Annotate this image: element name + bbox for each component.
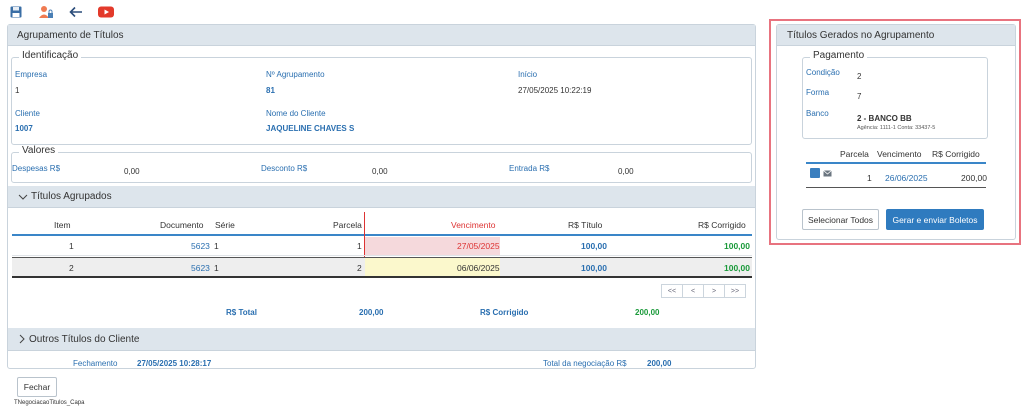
nome-cliente-value: JAQUELINE CHAVES S	[266, 124, 355, 133]
total-corrigido-value: 200,00	[635, 308, 660, 317]
first-page-button[interactable]: <<	[661, 284, 683, 298]
total-label: R$ Total	[226, 308, 257, 317]
outros-titulos-title: Outros Títulos do Cliente	[29, 333, 140, 345]
r-col-parcela: Parcela	[840, 149, 869, 159]
r-row-corrigido: 200,00	[961, 173, 987, 183]
row1-item: 1	[69, 241, 74, 251]
r-row-parcela: 1	[867, 173, 872, 183]
youtube-icon[interactable]	[98, 5, 114, 19]
chevron-right-icon	[19, 334, 25, 344]
col-vencimento: Vencimento	[451, 220, 496, 230]
row2-serie: 1	[214, 263, 219, 273]
row1-serie: 1	[214, 241, 219, 251]
pagination: << < > >>	[661, 284, 746, 298]
r-col-corrigido: R$ Corrigido	[932, 149, 980, 159]
inicio-label: Início	[518, 70, 538, 79]
gerar-boletos-button[interactable]: Gerar e enviar Boletos	[886, 209, 984, 230]
envelope-icon[interactable]	[823, 170, 832, 179]
titulos-gerados-title: Títulos Gerados no Agrupamento	[787, 29, 935, 41]
fechar-button[interactable]: Fechar	[17, 377, 57, 397]
agrupamento-label: Nº Agrupamento	[266, 70, 325, 79]
selecionar-todos-button[interactable]: Selecionar Todos	[802, 209, 879, 230]
col-parcela: Parcela	[333, 220, 362, 230]
banco-detail: Agência: 1111-1 Conta: 33437-5	[857, 125, 936, 131]
row1-titulo: 100,00	[581, 241, 607, 251]
r-row-vencimento[interactable]: 26/06/2025	[885, 173, 928, 183]
fechamento-value: 27/05/2025 10:28:17	[137, 359, 212, 368]
titulos-agrupados-header[interactable]: Títulos Agrupados	[8, 186, 755, 208]
cliente-label: Cliente	[15, 109, 40, 118]
toolbar	[8, 4, 114, 20]
row2-corrigido: 100,00	[724, 263, 750, 273]
valores-legend: Valores	[19, 145, 59, 156]
row2-vencimento: 06/06/2025	[457, 263, 500, 273]
identificacao-fieldset: Identificação	[11, 50, 752, 145]
forma-label: Forma	[806, 88, 830, 97]
back-arrow-icon[interactable]	[68, 5, 84, 19]
inicio-value: 27/05/2025 10:22:19	[518, 86, 592, 95]
prev-page-button[interactable]: <	[682, 284, 704, 298]
empresa-label: Empresa	[15, 70, 48, 79]
entrada-value: 0,00	[618, 167, 634, 176]
empresa-value: 1	[15, 86, 20, 95]
despesas-label: Despesas R$	[12, 164, 61, 173]
col-titulo: R$ Título	[568, 220, 603, 230]
save-icon[interactable]	[8, 5, 24, 19]
user-lock-icon[interactable]	[38, 5, 54, 19]
identificacao-legend: Identificação	[19, 50, 82, 61]
titulos-gerados-header: Títulos Gerados no Agrupamento	[777, 25, 1015, 46]
col-item: Item	[54, 220, 71, 230]
next-page-button[interactable]: >	[703, 284, 725, 298]
entrada-label: Entrada R$	[509, 164, 550, 173]
chevron-down-icon	[18, 194, 28, 200]
col-corrigido: R$ Corrigido	[698, 220, 746, 230]
despesas-value: 0,00	[124, 167, 140, 176]
page-title: Agrupamento de Títulos	[17, 29, 124, 41]
pagamento-legend: Pagamento	[810, 50, 868, 61]
row1-documento[interactable]: 5623	[191, 241, 210, 251]
total-negociacao-value: 200,00	[647, 359, 672, 368]
col-serie: Série	[215, 220, 235, 230]
col-documento: Documento	[160, 220, 204, 230]
row1-corrigido: 100,00	[724, 241, 750, 251]
outros-titulos-header[interactable]: Outros Títulos do Cliente	[8, 328, 755, 351]
titulos-agrupados-title: Títulos Agrupados	[31, 191, 112, 202]
fechamento-label: Fechamento	[73, 359, 118, 368]
total-corrigido-label: R$ Corrigido	[480, 308, 529, 317]
agrupamento-header: Agrupamento de Títulos	[8, 25, 755, 46]
banco-label: Banco	[806, 109, 829, 118]
condicao-value: 2	[857, 72, 862, 81]
r-col-vencimento: Vencimento	[877, 149, 922, 159]
row2-parcela: 2	[357, 263, 362, 273]
forma-value: 7	[857, 92, 862, 101]
cliente-value: 1007	[15, 124, 33, 133]
total-value: 200,00	[359, 308, 384, 317]
banco-name: 2 - BANCO BB	[857, 114, 912, 123]
desconto-label: Desconto R$	[261, 164, 308, 173]
row1-parcela: 1	[357, 241, 362, 251]
last-page-button[interactable]: >>	[724, 284, 746, 298]
row2-documento[interactable]: 5623	[191, 263, 210, 273]
nome-cliente-label: Nome do Cliente	[266, 109, 326, 118]
row2-item: 2	[69, 263, 74, 273]
total-negociacao-label: Total da negociação R$	[543, 359, 627, 368]
checkbox-icon[interactable]	[810, 168, 820, 178]
desconto-value: 0,00	[372, 167, 388, 176]
row2-titulo: 100,00	[581, 263, 607, 273]
condicao-label: Condição	[806, 68, 840, 77]
row1-vencimento: 27/05/2025	[457, 241, 500, 251]
form-name-label: TNegociacaoTitulos_Capa	[14, 400, 85, 406]
agrupamento-value: 81	[266, 86, 275, 95]
